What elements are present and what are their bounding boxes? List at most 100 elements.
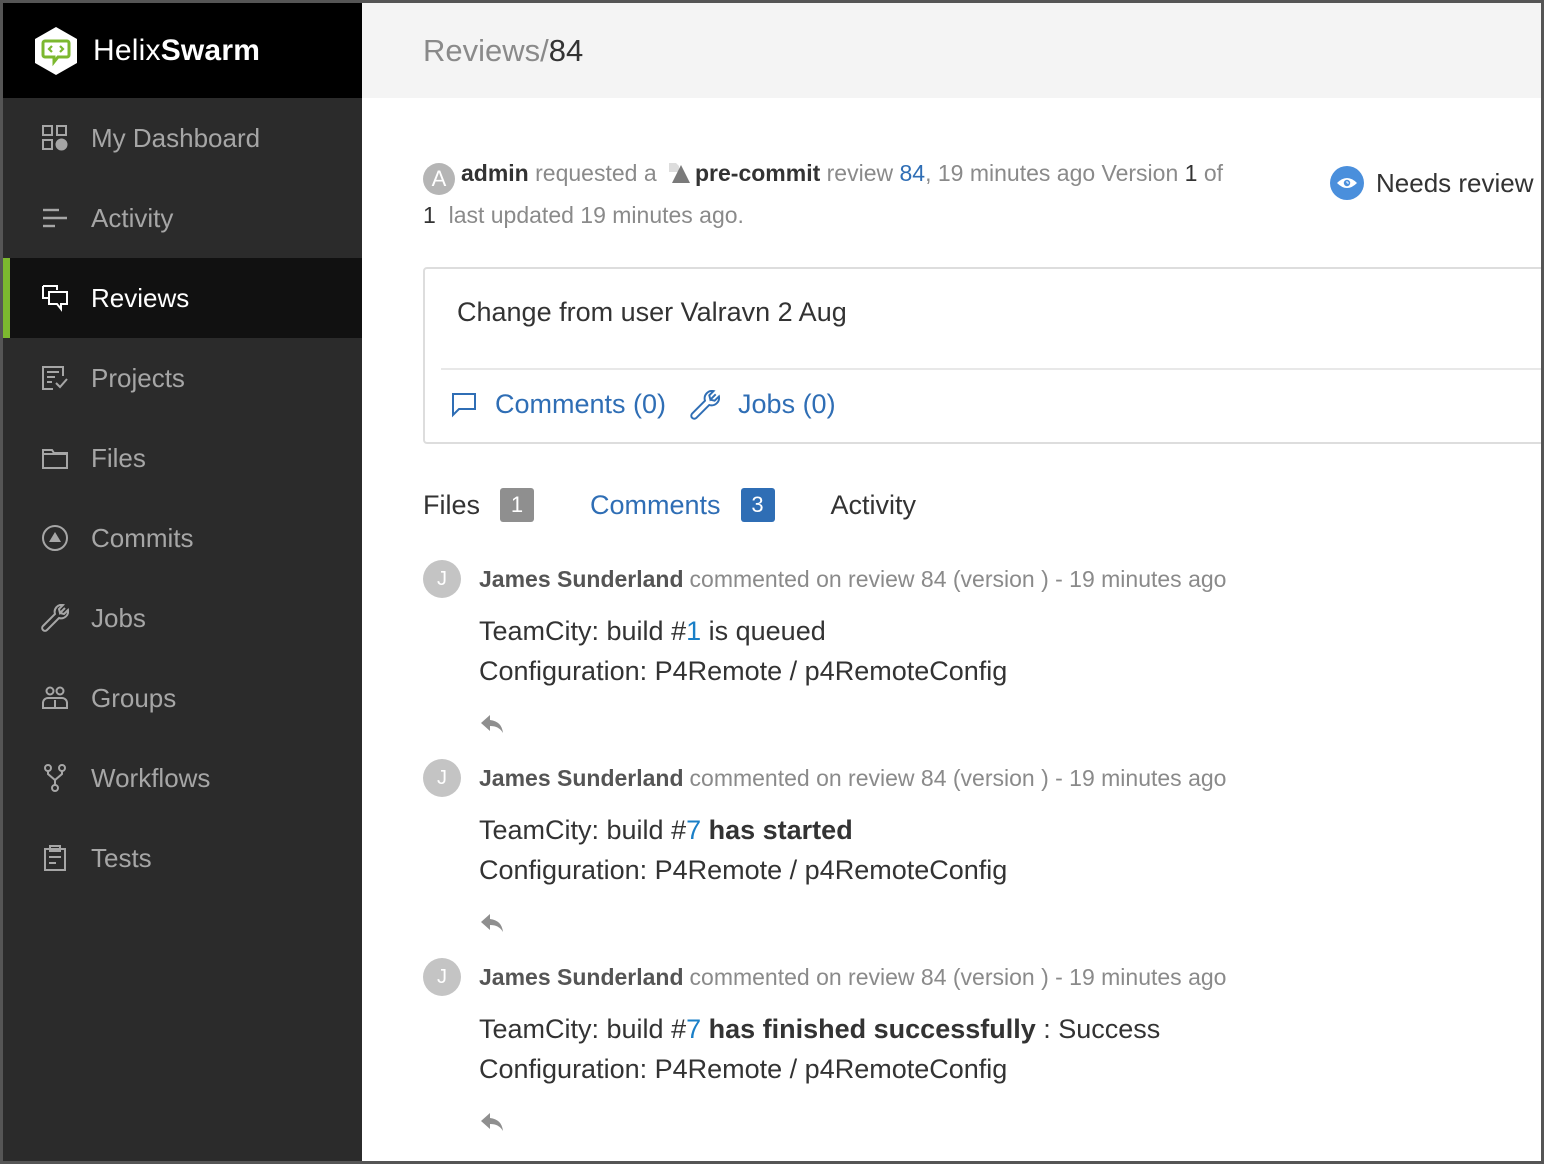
sidebar-item-label: Projects bbox=[91, 362, 185, 393]
tab-activity[interactable]: Activity bbox=[831, 490, 917, 521]
review-state-dropdown[interactable]: Needs review bbox=[1330, 166, 1534, 200]
groups-icon bbox=[41, 684, 69, 712]
commenter-avatar[interactable]: J bbox=[423, 958, 461, 996]
wrench-icon bbox=[690, 389, 721, 420]
reply-icon[interactable] bbox=[479, 1111, 505, 1133]
dashboard-icon bbox=[41, 124, 69, 152]
build-number-link[interactable]: 1 bbox=[686, 616, 701, 646]
sidebar-item-label: Activity bbox=[91, 202, 174, 233]
review-type: pre-commit bbox=[695, 160, 821, 186]
sidebar-item-label: Jobs bbox=[91, 602, 146, 633]
sidebar-nav: My Dashboard Activity Reviews Projects F… bbox=[3, 98, 362, 898]
reviews-icon bbox=[41, 284, 69, 312]
commenter-avatar[interactable]: J bbox=[423, 560, 461, 598]
app-window: HelixSwarm My Dashboard Activity Reviews… bbox=[3, 3, 1541, 1161]
eye-icon bbox=[1330, 166, 1364, 200]
comments-count-badge: 3 bbox=[740, 488, 775, 522]
sidebar-item-label: Files bbox=[91, 442, 146, 473]
sidebar-item-my-dashboard[interactable]: My Dashboard bbox=[3, 98, 362, 178]
activity-icon bbox=[41, 204, 69, 232]
comment-meta: commented on review 84 (version ) - 19 m… bbox=[689, 963, 1227, 990]
comment-item: J James Sunderland commented on review 8… bbox=[423, 957, 1323, 1138]
comment-item: J James Sunderland commented on review 8… bbox=[423, 559, 1323, 740]
comment-meta: commented on review 84 (version ) - 19 m… bbox=[689, 764, 1227, 791]
folder-icon bbox=[41, 444, 69, 472]
reply-icon[interactable] bbox=[479, 713, 505, 735]
sidebar-item-label: Workflows bbox=[91, 762, 211, 793]
requested-text: requested a bbox=[535, 160, 657, 186]
sidebar-item-workflows[interactable]: Workflows bbox=[3, 738, 362, 818]
sidebar-item-jobs[interactable]: Jobs bbox=[3, 578, 362, 658]
wrench-icon bbox=[41, 604, 69, 632]
commenter-name[interactable]: James Sunderland bbox=[479, 765, 684, 792]
helix-swarm-logo-icon bbox=[35, 26, 77, 75]
comment-item: J James Sunderland commented on review 8… bbox=[423, 758, 1323, 939]
review-summary: Aadmin requested a pre-commit review 84,… bbox=[423, 153, 1253, 235]
comment-text: TeamCity: build # bbox=[479, 616, 687, 646]
description-links: Comments (0) Jobs (0) bbox=[451, 389, 860, 420]
comment-meta: commented on review 84 (version ) - 19 m… bbox=[689, 565, 1227, 592]
tab-label: Files bbox=[423, 489, 481, 520]
commits-icon bbox=[41, 524, 69, 552]
sidebar-item-label: Tests bbox=[91, 842, 152, 873]
commenter-avatar[interactable]: J bbox=[423, 759, 461, 797]
commenter-name[interactable]: James Sunderland bbox=[479, 964, 684, 991]
breadcrumb-reviews-link[interactable]: Reviews/ bbox=[423, 33, 549, 69]
build-number-link[interactable]: 7 bbox=[686, 815, 701, 845]
sidebar: HelixSwarm My Dashboard Activity Reviews… bbox=[3, 3, 362, 1161]
version-total: 1 bbox=[423, 202, 436, 228]
review-state-label: Needs review bbox=[1376, 167, 1534, 198]
brand-header[interactable]: HelixSwarm bbox=[3, 3, 362, 98]
comment-body: TeamCity: build #7 has started Configura… bbox=[479, 810, 1323, 890]
sidebar-item-reviews[interactable]: Reviews bbox=[3, 258, 362, 338]
comments-link[interactable]: Comments (0) bbox=[451, 389, 666, 420]
divider bbox=[441, 368, 1541, 370]
comment-config: Configuration: P4Remote / p4RemoteConfig bbox=[479, 656, 1008, 686]
sidebar-item-label: My Dashboard bbox=[91, 122, 261, 153]
comment-text: TeamCity: build # bbox=[479, 815, 687, 845]
breadcrumb-review-id: 84 bbox=[548, 32, 584, 68]
sidebar-item-label: Reviews bbox=[91, 282, 190, 313]
sidebar-item-label: Commits bbox=[91, 522, 194, 553]
review-id-link[interactable]: 84 bbox=[900, 160, 926, 186]
build-number-link[interactable]: 7 bbox=[686, 1014, 701, 1044]
build-status-bold: has started bbox=[701, 815, 853, 845]
comments-link-label: Comments (0) bbox=[495, 389, 667, 419]
tab-label: Comments bbox=[590, 489, 721, 520]
version-number: 1 bbox=[1184, 160, 1198, 186]
sidebar-item-groups[interactable]: Groups bbox=[3, 658, 362, 738]
review-description: Change from user Valravn 2 Aug bbox=[457, 297, 847, 327]
breadcrumb: Reviews/ 84 bbox=[362, 3, 1541, 98]
review-tabs: Files 1 Comments 3 Activity bbox=[423, 488, 972, 522]
review-description-card: Change from user Valravn 2 Aug Comments … bbox=[423, 267, 1541, 444]
last-updated: last updated 19 minutes ago. bbox=[448, 202, 744, 228]
tab-label: Activity bbox=[830, 489, 917, 520]
projects-icon bbox=[41, 364, 69, 392]
sidebar-item-tests[interactable]: Tests bbox=[3, 818, 362, 898]
review-word: review bbox=[826, 160, 894, 186]
commenter-name[interactable]: James Sunderland bbox=[479, 566, 684, 593]
tab-files[interactable]: Files 1 bbox=[423, 488, 535, 522]
tab-comments[interactable]: Comments 3 bbox=[590, 488, 775, 522]
build-status-bold: has finished successfully bbox=[701, 1014, 1036, 1044]
reply-icon[interactable] bbox=[479, 912, 505, 934]
files-count-badge: 1 bbox=[500, 488, 535, 522]
jobs-link-label: Jobs (0) bbox=[738, 389, 836, 419]
sidebar-item-activity[interactable]: Activity bbox=[3, 178, 362, 258]
jobs-link[interactable]: Jobs (0) bbox=[690, 389, 836, 420]
comment-config: Configuration: P4Remote / p4RemoteConfig bbox=[479, 1054, 1008, 1084]
comment-body: TeamCity: build #7 has finished successf… bbox=[479, 1009, 1323, 1089]
comment-text: TeamCity: build # bbox=[479, 1014, 687, 1044]
main-content: Reviews/ 84 Aadmin requested a pre-commi… bbox=[362, 3, 1541, 1161]
comment-body: TeamCity: build #1 is queued Configurati… bbox=[479, 611, 1323, 691]
of-word: of bbox=[1203, 160, 1224, 186]
workflows-icon bbox=[41, 764, 69, 792]
author-name[interactable]: admin bbox=[461, 160, 529, 186]
author-avatar[interactable]: A bbox=[423, 163, 455, 195]
brand-name: HelixSwarm bbox=[93, 33, 261, 67]
sidebar-item-files[interactable]: Files bbox=[3, 418, 362, 498]
sidebar-item-label: Groups bbox=[91, 682, 177, 713]
build-status: is queued bbox=[701, 616, 826, 646]
sidebar-item-commits[interactable]: Commits bbox=[3, 498, 362, 578]
sidebar-item-projects[interactable]: Projects bbox=[3, 338, 362, 418]
